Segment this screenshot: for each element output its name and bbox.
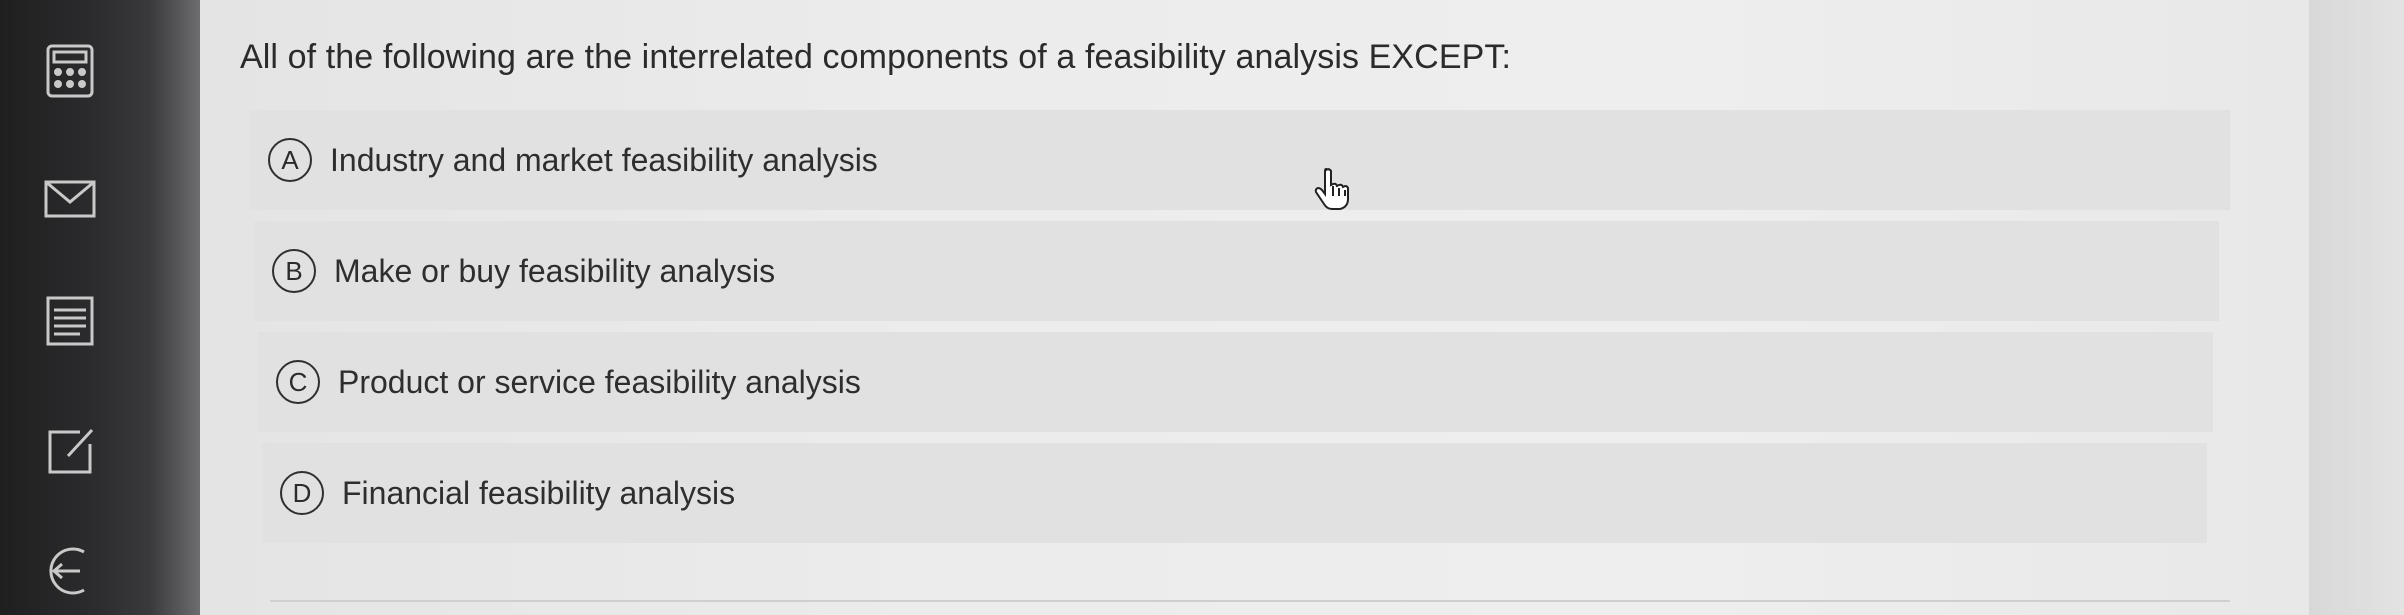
option-b[interactable]: B Make or buy feasibility analysis xyxy=(254,221,2219,321)
option-b-badge: B xyxy=(272,249,316,293)
option-c-badge: C xyxy=(276,360,320,404)
question-panel: All of the following are the interrelate… xyxy=(200,0,2310,615)
option-a[interactable]: A Industry and market feasibility analys… xyxy=(250,110,2230,210)
question-text: All of the following are the interrelate… xyxy=(240,38,1512,76)
back-icon[interactable] xyxy=(40,540,100,600)
option-d[interactable]: D Financial feasibility analysis xyxy=(262,443,2207,543)
edit-icon[interactable] xyxy=(40,420,100,480)
screen: All of the following are the interrelate… xyxy=(0,0,2404,615)
option-d-text: Financial feasibility analysis xyxy=(342,474,736,511)
calculator-icon[interactable] xyxy=(40,40,100,100)
notes-icon[interactable] xyxy=(40,290,100,350)
option-c[interactable]: C Product or service feasibility analysi… xyxy=(258,332,2213,432)
hand-pointer-icon xyxy=(1312,166,1352,210)
option-a-text: Industry and market feasibility analysis xyxy=(330,141,878,178)
option-b-text: Make or buy feasibility analysis xyxy=(334,252,776,289)
option-d-badge: D xyxy=(280,471,324,515)
right-margin xyxy=(2309,0,2404,615)
answer-options: A Industry and market feasibility analys… xyxy=(250,110,2230,554)
option-a-badge: A xyxy=(268,138,312,182)
sidebar xyxy=(0,0,200,615)
option-c-text: Product or service feasibility analysis xyxy=(338,363,861,400)
divider xyxy=(270,600,2230,602)
mail-icon[interactable] xyxy=(40,168,100,228)
